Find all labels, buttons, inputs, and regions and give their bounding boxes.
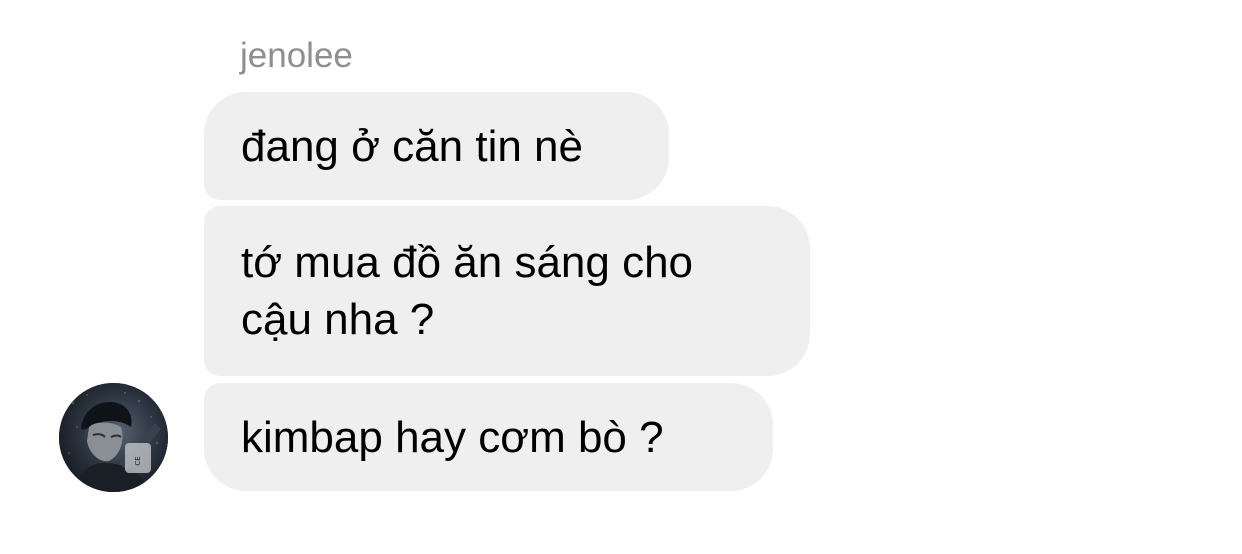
- sender-name[interactable]: jenolee: [240, 34, 353, 78]
- svg-text:CE: CE: [134, 456, 142, 465]
- message-text: kimbap hay cơm bò ?: [241, 412, 664, 462]
- message-text: tớ mua đồ ăn sáng cho cậu nha ?: [241, 238, 694, 344]
- message-bubble[interactable]: đang ở căn tin nè: [204, 92, 669, 200]
- sender-avatar[interactable]: CE: [59, 383, 168, 492]
- message-bubble[interactable]: kimbap hay cơm bò ?: [204, 383, 773, 491]
- message-bubble[interactable]: tớ mua đồ ăn sáng cho cậu nha ?: [204, 206, 810, 376]
- message-text: đang ở căn tin nè: [241, 121, 583, 171]
